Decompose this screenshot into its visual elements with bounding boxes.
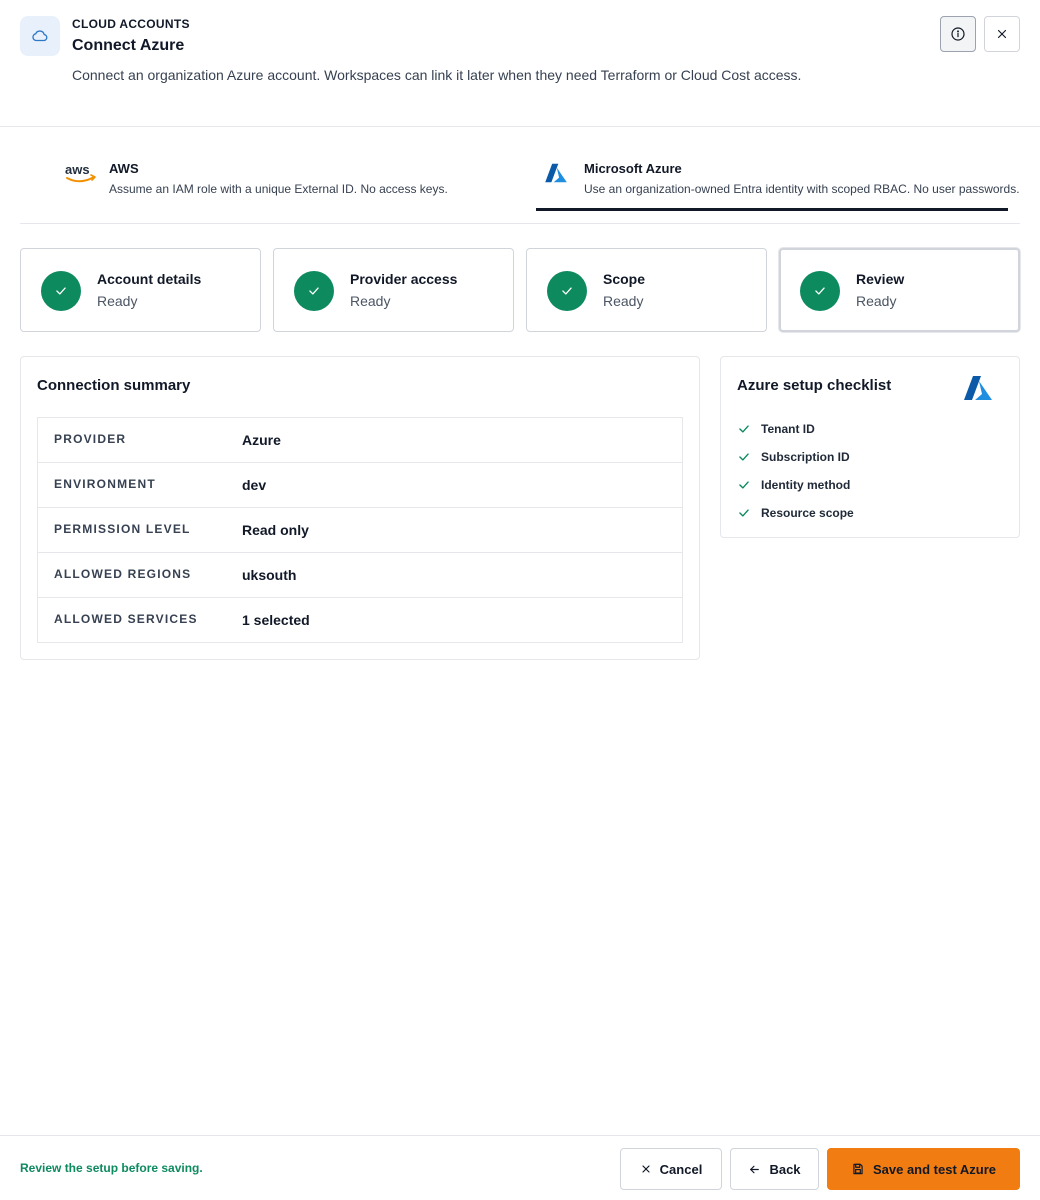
connection-summary-card: Connection summary PROVIDER Azure ENVIRO… bbox=[20, 356, 700, 660]
info-icon bbox=[950, 26, 966, 42]
arrow-left-icon bbox=[748, 1163, 761, 1176]
checklist-item-label: Identity method bbox=[761, 478, 851, 492]
step-review[interactable]: Review Ready bbox=[779, 248, 1020, 332]
row-key: PROVIDER bbox=[54, 432, 127, 446]
check-icon bbox=[547, 271, 587, 311]
tab-aws[interactable]: aws AWS Assume an IAM role with a unique… bbox=[64, 127, 534, 211]
step-provider-access[interactable]: Provider access Ready bbox=[273, 248, 514, 332]
save-and-test-button[interactable]: Save and test Azure bbox=[827, 1148, 1020, 1190]
save-icon bbox=[851, 1162, 865, 1176]
table-row: ALLOWED SERVICES 1 selected bbox=[38, 598, 682, 642]
provider-tabs: aws AWS Assume an IAM role with a unique… bbox=[20, 127, 1020, 224]
table-row: PROVIDER Azure bbox=[38, 418, 682, 463]
row-value: dev bbox=[242, 477, 267, 493]
cancel-button[interactable]: Cancel bbox=[620, 1148, 722, 1190]
cancel-button-label: Cancel bbox=[659, 1161, 703, 1177]
close-icon bbox=[995, 27, 1009, 41]
table-row: ALLOWED REGIONS uksouth bbox=[38, 553, 682, 598]
check-icon bbox=[41, 271, 81, 311]
footer-bar: Review the setup before saving. Cancel B… bbox=[0, 1135, 1040, 1200]
check-icon bbox=[737, 478, 751, 492]
azure-checklist-card: Azure setup checklist Tenant ID Subscrip… bbox=[720, 356, 1020, 538]
row-key: ALLOWED REGIONS bbox=[54, 567, 192, 581]
aws-logo-text: aws bbox=[65, 162, 90, 177]
tab-azure-name: Microsoft Azure bbox=[584, 161, 682, 176]
step-title: Provider access bbox=[350, 271, 458, 287]
step-title: Scope bbox=[603, 271, 646, 287]
tab-aws-description: Assume an IAM role with a unique Externa… bbox=[109, 182, 448, 196]
table-row: ENVIRONMENT dev bbox=[38, 463, 682, 508]
checklist-item-label: Subscription ID bbox=[761, 450, 850, 464]
step-status: Ready bbox=[856, 293, 897, 309]
step-status: Ready bbox=[603, 293, 644, 309]
info-button[interactable] bbox=[940, 16, 976, 52]
tab-azure-description: Use an organization-owned Entra identity… bbox=[584, 182, 1020, 196]
check-icon bbox=[737, 422, 751, 436]
step-scope[interactable]: Scope Ready bbox=[526, 248, 767, 332]
eyebrow-label: CLOUD ACCOUNTS bbox=[72, 17, 190, 31]
footer-message: Review the setup before saving. bbox=[20, 1161, 203, 1175]
step-account-details[interactable]: Account details Ready bbox=[20, 248, 261, 332]
close-icon bbox=[640, 1163, 652, 1175]
back-button-label: Back bbox=[769, 1161, 801, 1177]
step-title: Account details bbox=[97, 271, 202, 287]
row-value: 1 selected bbox=[242, 612, 310, 628]
summary-table: PROVIDER Azure ENVIRONMENT dev PERMISSIO… bbox=[37, 417, 683, 643]
close-button[interactable] bbox=[984, 16, 1020, 52]
page-title: Connect Azure bbox=[72, 37, 185, 54]
step-title: Review bbox=[856, 271, 905, 287]
save-button-label: Save and test Azure bbox=[872, 1161, 997, 1177]
row-value: uksouth bbox=[242, 567, 297, 583]
list-item: Resource scope bbox=[737, 505, 854, 521]
check-icon bbox=[800, 271, 840, 311]
azure-logo-icon bbox=[544, 163, 568, 188]
aws-logo: aws bbox=[64, 161, 98, 192]
cloud-icon bbox=[20, 16, 60, 56]
list-item: Subscription ID bbox=[737, 449, 850, 465]
tab-aws-name: AWS bbox=[109, 161, 139, 176]
check-icon bbox=[737, 450, 751, 464]
azure-logo-icon bbox=[963, 373, 993, 408]
row-value: Read only bbox=[242, 522, 309, 538]
checklist-item-label: Resource scope bbox=[761, 506, 854, 520]
check-icon bbox=[294, 271, 334, 311]
row-key: PERMISSION LEVEL bbox=[54, 522, 191, 536]
checklist-title: Azure setup checklist bbox=[737, 377, 892, 394]
summary-title: Connection summary bbox=[37, 377, 191, 394]
checklist-item-label: Tenant ID bbox=[761, 422, 815, 436]
back-button[interactable]: Back bbox=[730, 1148, 819, 1190]
check-icon bbox=[737, 506, 751, 520]
tab-azure[interactable]: Microsoft Azure Use an organization-owne… bbox=[536, 127, 1020, 211]
list-item: Tenant ID bbox=[737, 421, 815, 437]
list-item: Identity method bbox=[737, 477, 850, 493]
row-key: ENVIRONMENT bbox=[54, 477, 156, 491]
page-header: CLOUD ACCOUNTS Connect Azure Connect an … bbox=[0, 0, 1040, 127]
step-status: Ready bbox=[350, 293, 391, 309]
table-row: PERMISSION LEVEL Read only bbox=[38, 508, 682, 553]
page-description: Connect an organization Azure account. W… bbox=[72, 67, 802, 83]
step-status: Ready bbox=[97, 293, 138, 309]
setup-steps: Account details Ready Provider access Re… bbox=[20, 248, 1021, 332]
row-value: Azure bbox=[242, 432, 281, 448]
row-key: ALLOWED SERVICES bbox=[54, 612, 198, 626]
